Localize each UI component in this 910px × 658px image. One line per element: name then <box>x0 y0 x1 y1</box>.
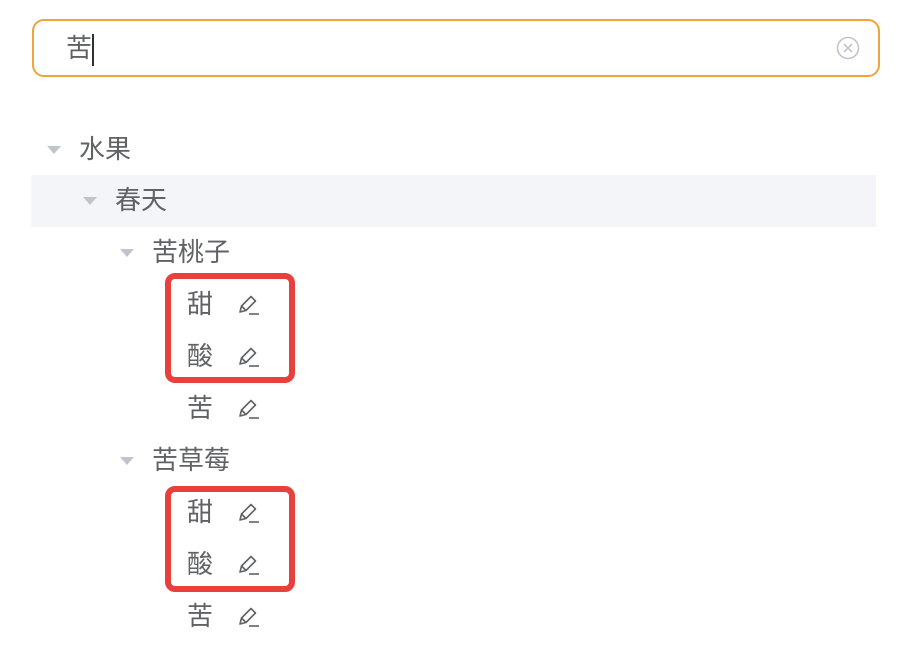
edit-icon[interactable] <box>236 396 262 422</box>
tree-leaf[interactable]: 苦 <box>31 591 876 643</box>
tree-node-label: 水果 <box>79 135 132 165</box>
annotation-box <box>165 273 295 383</box>
tree-leaf[interactable]: 酸 <box>31 331 876 383</box>
tree-filter-panel: 苦 水果 春天 苦桃子 甜 酸 苦 苦草莓 甜 酸 苦 <box>0 0 910 658</box>
tree-leaf[interactable]: 苦 <box>31 383 876 435</box>
tree-node-spring[interactable]: 春天 <box>31 175 876 227</box>
tree-leaf-label: 苦 <box>187 394 214 424</box>
tree-node-bitter-strawberry[interactable]: 苦草莓 <box>31 435 876 487</box>
tree-leaf[interactable]: 甜 <box>31 279 876 331</box>
tree-leaf[interactable]: 酸 <box>31 539 876 591</box>
tree-node-bitter-peach[interactable]: 苦桃子 <box>31 227 876 279</box>
tree-node-fruit[interactable]: 水果 <box>31 124 876 176</box>
edit-icon[interactable] <box>236 604 262 630</box>
annotation-box <box>165 486 295 592</box>
tree: 水果 春天 苦桃子 甜 酸 苦 苦草莓 甜 酸 苦 <box>0 0 910 658</box>
tree-node-label: 春天 <box>115 186 168 216</box>
caret-down-icon[interactable] <box>47 146 61 154</box>
tree-node-label: 苦草莓 <box>152 446 231 476</box>
caret-down-icon[interactable] <box>120 457 134 465</box>
tree-leaf[interactable]: 甜 <box>31 487 876 539</box>
tree-node-label: 苦桃子 <box>152 238 231 268</box>
tree-leaf-label: 苦 <box>187 602 214 632</box>
caret-down-icon[interactable] <box>83 197 97 205</box>
caret-down-icon[interactable] <box>120 249 134 257</box>
